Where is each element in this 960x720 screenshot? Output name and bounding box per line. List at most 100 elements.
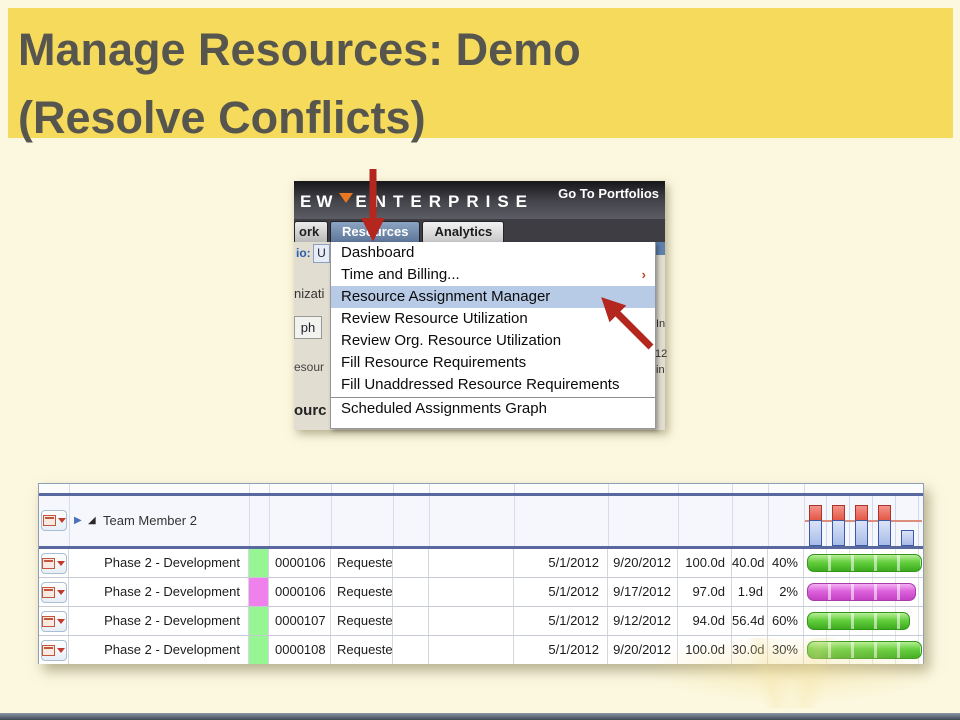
watermark bbox=[630, 638, 930, 708]
allocation-segment bbox=[855, 520, 868, 546]
empty-cell bbox=[429, 549, 514, 577]
slide-title-line1: Manage Resources: Demo bbox=[18, 24, 581, 75]
column-divider bbox=[249, 496, 250, 546]
column-divider bbox=[429, 496, 430, 546]
clipped-resource-text: esour bbox=[294, 360, 325, 374]
total-days-cell: 100.0d bbox=[678, 549, 732, 577]
column-divider bbox=[608, 496, 609, 546]
table-row[interactable]: Phase 2 - Development 0000106 Requested … bbox=[39, 549, 923, 578]
column-divider bbox=[393, 496, 394, 546]
gantt-cell bbox=[804, 578, 923, 606]
column-divider bbox=[331, 484, 332, 493]
empty-cell bbox=[429, 578, 514, 606]
menu-item-review-resource-utilization[interactable]: Review Resource Utilization bbox=[331, 308, 655, 330]
overallocation-segment bbox=[878, 505, 891, 520]
start-date-cell: 5/1/2012 bbox=[514, 578, 608, 606]
menu-item-label: Dashboard bbox=[341, 244, 415, 261]
empty-cell bbox=[393, 636, 429, 664]
start-date-cell: 5/1/2012 bbox=[514, 607, 608, 635]
clipped-graph-button: ph bbox=[294, 316, 322, 339]
menu-item-fill-unaddressed-resource-requirements[interactable]: Fill Unaddressed Resource Requirements bbox=[331, 374, 655, 396]
allocation-segment bbox=[809, 520, 822, 546]
start-date-cell: 5/1/2012 bbox=[514, 636, 608, 664]
table-top-strip bbox=[39, 484, 923, 496]
menu-item-label: Resource Assignment Manager bbox=[341, 288, 551, 305]
color-swatch bbox=[249, 636, 269, 664]
menu-item-label: Review Resource Utilization bbox=[341, 310, 528, 327]
tab-work[interactable]: ork bbox=[294, 221, 328, 242]
allocation-segment bbox=[832, 520, 845, 546]
overallocation-segment bbox=[832, 505, 845, 520]
finish-date-cell: 9/17/2012 bbox=[608, 578, 678, 606]
table-row[interactable]: Phase 2 - Development 0000106 Requested … bbox=[39, 578, 923, 607]
table-row[interactable]: Phase 2 - Development 0000107 Requested … bbox=[39, 607, 923, 636]
clipped-right-1: In bbox=[656, 318, 666, 330]
dropdown-caret-icon bbox=[57, 590, 65, 595]
group-label: Team Member 2 bbox=[103, 513, 197, 528]
menu-item-resource-assignment-manager[interactable]: Resource Assignment Manager bbox=[331, 286, 655, 308]
assignment-table: ▶ ◢ Team Member 2 Phase 2 - Development … bbox=[38, 483, 924, 664]
column-divider bbox=[69, 496, 70, 546]
menu-item-time-and-billing[interactable]: Time and Billing... › bbox=[331, 264, 655, 286]
color-swatch bbox=[249, 578, 269, 606]
dropdown-caret-icon bbox=[57, 518, 66, 523]
clipped-resources-heading: ourc bbox=[294, 402, 327, 419]
tab-analytics[interactable]: Analytics bbox=[422, 221, 505, 242]
dropdown-caret-icon bbox=[57, 648, 65, 653]
utilization-histogram bbox=[804, 496, 922, 546]
allocated-days-cell: 40.0d bbox=[732, 549, 768, 577]
gantt-cell bbox=[804, 607, 923, 635]
column-divider bbox=[514, 496, 515, 546]
resources-dropdown-menu: Dashboard Time and Billing... › Resource… bbox=[330, 242, 656, 429]
row-menu-button[interactable] bbox=[39, 578, 69, 606]
menu-item-label: Time and Billing... bbox=[341, 266, 460, 283]
app-body: io: U nizati ph esour ourc In 12 in Dash… bbox=[294, 242, 667, 430]
total-days-cell: 97.0d bbox=[678, 578, 732, 606]
percent-cell: 60% bbox=[768, 607, 804, 635]
column-divider bbox=[608, 484, 609, 493]
group-row-menu-button[interactable] bbox=[39, 496, 69, 546]
menu-item-label: Scheduled Assignments Graph bbox=[341, 400, 547, 417]
expand-arrow-icon[interactable]: ▶ bbox=[74, 515, 82, 526]
menu-item-scheduled-assignments-graph[interactable]: Scheduled Assignments Graph bbox=[331, 397, 655, 420]
start-date-cell: 5/1/2012 bbox=[514, 549, 608, 577]
presentation-slide: Manage Resources: Demo (Resolve Conflict… bbox=[0, 0, 960, 720]
app-tabbar: ork Resources Analytics bbox=[294, 219, 665, 242]
group-row-team-member-2[interactable]: ▶ ◢ Team Member 2 bbox=[39, 496, 923, 549]
utilization-bar bbox=[855, 505, 868, 546]
percent-cell: 2% bbox=[768, 578, 804, 606]
id-cell: 0000108 bbox=[269, 636, 331, 664]
clipped-organization-text: nizati bbox=[294, 286, 325, 301]
gantt-bar bbox=[807, 583, 917, 601]
status-cell: Requested bbox=[331, 607, 393, 635]
color-swatch bbox=[249, 607, 269, 635]
column-divider bbox=[269, 484, 270, 493]
menu-item-review-org-resource-utilization[interactable]: Review Org. Resource Utilization bbox=[331, 330, 655, 352]
menu-item-fill-resource-requirements[interactable]: Fill Resource Requirements bbox=[331, 352, 655, 374]
menu-item-dashboard[interactable]: Dashboard bbox=[331, 242, 655, 264]
tab-resources[interactable]: Resources bbox=[330, 221, 421, 242]
phase-cell: Phase 2 - Development bbox=[69, 549, 249, 577]
utilization-bar bbox=[878, 505, 891, 546]
phase-cell: Phase 2 - Development bbox=[69, 607, 249, 635]
menu-item-label: Fill Resource Requirements bbox=[341, 354, 527, 371]
gantt-bar bbox=[807, 554, 923, 572]
properties-icon bbox=[42, 515, 56, 526]
empty-cell bbox=[393, 549, 429, 577]
collapse-tree-icon[interactable]: ◢ bbox=[88, 515, 96, 526]
overallocation-segment bbox=[809, 505, 822, 520]
row-menu-button[interactable] bbox=[39, 549, 69, 577]
allocation-segment bbox=[901, 530, 914, 546]
clipped-right-3: in bbox=[656, 364, 665, 376]
utilization-bar bbox=[809, 505, 822, 546]
logo-main: ENTERPRISE bbox=[355, 192, 535, 211]
total-days-cell: 94.0d bbox=[678, 607, 732, 635]
row-menu-button[interactable] bbox=[39, 607, 69, 635]
dropdown-caret-icon bbox=[57, 561, 65, 566]
row-menu-button[interactable] bbox=[39, 636, 69, 664]
go-to-portfolios-link[interactable]: Go To Portfolios bbox=[558, 186, 659, 201]
menu-item-label: Fill Unaddressed Resource Requirements bbox=[341, 376, 620, 393]
slide-title: Manage Resources: Demo (Resolve Conflict… bbox=[18, 16, 581, 153]
app-screenshot: EW ENTERPRISE Go To Portfolios ork Resou… bbox=[294, 181, 667, 430]
column-divider bbox=[768, 496, 769, 546]
